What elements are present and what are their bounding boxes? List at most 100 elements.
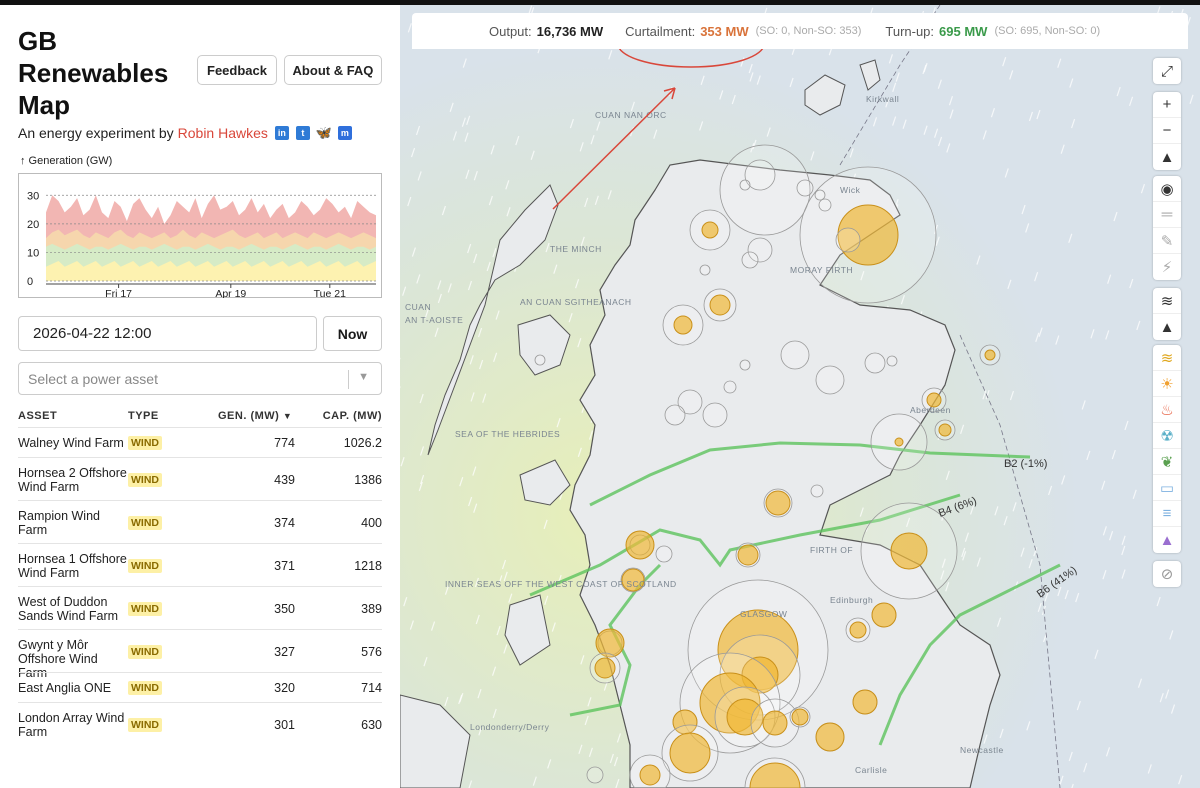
generation-circle[interactable] [984,349,996,361]
hide-icon[interactable]: ⊘ [1153,561,1181,587]
turnup-value: 695 MW [939,23,988,39]
generation-circle[interactable] [737,544,759,566]
capacity-circle[interactable] [739,359,751,371]
map-label: FIRTH OF [810,545,853,555]
map-label: Kirkwall [866,94,899,104]
generation-circle[interactable] [765,490,791,516]
generation-circle[interactable] [938,423,952,437]
gen-value: 350 [274,601,295,616]
capacity-circle[interactable] [586,766,604,784]
nuclear-icon[interactable]: ☢ [1153,423,1181,449]
gen-value: 439 [274,472,295,487]
capacity-circle[interactable] [810,484,824,498]
type-badge: WIND [128,681,162,695]
capacity-circle[interactable] [796,179,814,197]
capacity-circle[interactable] [655,545,673,563]
map-label: AN T-AOISTE [405,315,463,325]
linkedin-icon[interactable]: in [274,126,289,140]
generation-circle[interactable] [701,221,719,239]
generation-circle[interactable] [791,708,809,726]
generation-circle[interactable] [673,315,693,335]
generation-circle[interactable] [595,628,625,658]
header-gen[interactable]: GEN. (MW) ▼ [218,410,292,422]
capacity-circle[interactable] [723,380,737,394]
table-row[interactable]: Hornsea 2 Offshore Wind Farm WIND 439 1386 [18,457,382,500]
zoom-out-icon[interactable]: − [1153,118,1181,144]
generation-circle[interactable] [762,710,788,736]
table-row[interactable]: Walney Wind Farm WIND 774 1026.2 [18,427,382,457]
capacity-circle[interactable] [818,198,832,212]
capacity-circle[interactable] [864,352,886,374]
expand-icon[interactable]: ⤢ [1153,58,1181,84]
zoom-in-icon[interactable]: + [1153,92,1181,118]
solar-icon[interactable]: ☀ [1153,371,1181,397]
datetime-input[interactable]: 2026-04-22 12:00 [18,316,317,351]
now-button[interactable]: Now [323,316,382,351]
map-label: THE MINCH [550,244,602,254]
biomass-icon[interactable]: ❦ [1153,449,1181,475]
capacity-circle[interactable] [814,189,826,201]
generation-circle[interactable] [594,657,616,679]
header-type[interactable]: TYPE [128,410,159,422]
feedback-button[interactable]: Feedback [197,55,277,85]
generation-circle[interactable] [815,722,845,752]
brush-icon[interactable]: ✎ [1153,228,1181,254]
table-row[interactable]: London Array Wind Farm WIND 301 630 [18,702,382,745]
generation-circle[interactable] [890,532,928,570]
generation-circle[interactable] [894,437,904,447]
road-icon[interactable]: ▲ [1153,314,1181,340]
author-link[interactable]: Robin Hawkes [178,125,268,141]
asset-select[interactable]: Select a power asset ▼ [18,362,382,395]
wind-icon[interactable]: ≋ [1153,288,1181,314]
capacity-circle[interactable] [739,179,751,191]
curtailment-breakdown: (SO: 0, Non-SO: 353) [755,25,862,37]
plug-icon[interactable]: ⚡ [1153,254,1181,280]
map-label: GLASGOW [740,609,787,619]
twitter-icon[interactable]: t [295,126,310,140]
bluesky-icon[interactable]: 🦋 [316,125,332,140]
map[interactable]: CUAN NAN ORC THE MINCH AN CUAN SGITHEANACH… [400,5,1200,788]
capacity-circle[interactable] [702,402,728,428]
gas-icon[interactable]: ♨ [1153,397,1181,423]
gen-value: 301 [274,717,295,732]
capacity-circle[interactable] [741,251,759,269]
capacity-circle[interactable] [835,227,861,253]
about-faq-button[interactable]: About & FAQ [284,55,382,85]
capacity-circle[interactable] [815,365,845,395]
generation-circle[interactable] [849,621,867,639]
generation-circle[interactable] [871,602,897,628]
chevron-down-icon[interactable]: ▼ [358,371,369,383]
generation-circle[interactable] [852,689,878,715]
capacity-circle[interactable] [719,144,811,236]
wind-filter-icon[interactable]: ≋ [1153,345,1181,371]
compass-icon[interactable]: ▲ [1153,144,1181,170]
capacity-circle[interactable] [699,264,711,276]
table-row[interactable]: Gwynt y Môr Offshore Wind Farm WIND 327 576 [18,629,382,680]
boundary-label: B2 (-1%) [1004,458,1047,470]
sort-desc-icon: ▼ [282,411,293,421]
other-icon[interactable]: ▲ [1153,527,1181,553]
capacity-circle[interactable] [664,404,686,426]
locate-icon[interactable]: ◉ [1153,176,1181,202]
table-row[interactable]: Hornsea 1 Offshore Wind Farm WIND 371 1218 [18,543,382,586]
generation-circle[interactable] [625,530,655,560]
capacity-circle[interactable] [780,340,810,370]
storage-icon[interactable]: ≡ [1153,501,1181,527]
table-row[interactable]: East Anglia ONE WIND 320 714 [18,672,382,702]
table-row[interactable]: West of Duddon Sands Wind Farm WIND 350 389 [18,586,382,629]
generation-circle[interactable] [709,294,731,316]
asset-name: Walney Wind Farm [18,436,124,450]
table-row[interactable]: Rampion Wind Farm WIND 374 400 [18,500,382,543]
layers-icon[interactable]: ═ [1153,202,1181,228]
header-cap[interactable]: CAP. (MW) [323,410,382,422]
chart-y-tick: 0 [27,276,33,288]
generation-circle[interactable] [669,732,711,774]
mastodon-icon[interactable]: m [337,126,352,140]
capacity-circle[interactable] [534,354,546,366]
generation-circle[interactable] [639,764,661,786]
header-asset[interactable]: ASSET [18,410,57,422]
map-canvas[interactable]: CUAN NAN ORC THE MINCH AN CUAN SGITHEANACH… [400,5,1200,788]
interconnector-icon[interactable]: ▭ [1153,475,1181,501]
capacity-circle[interactable] [886,355,898,367]
map-label: INNER SEAS OFF THE WEST COAST OF SCOTLAN… [445,579,677,589]
